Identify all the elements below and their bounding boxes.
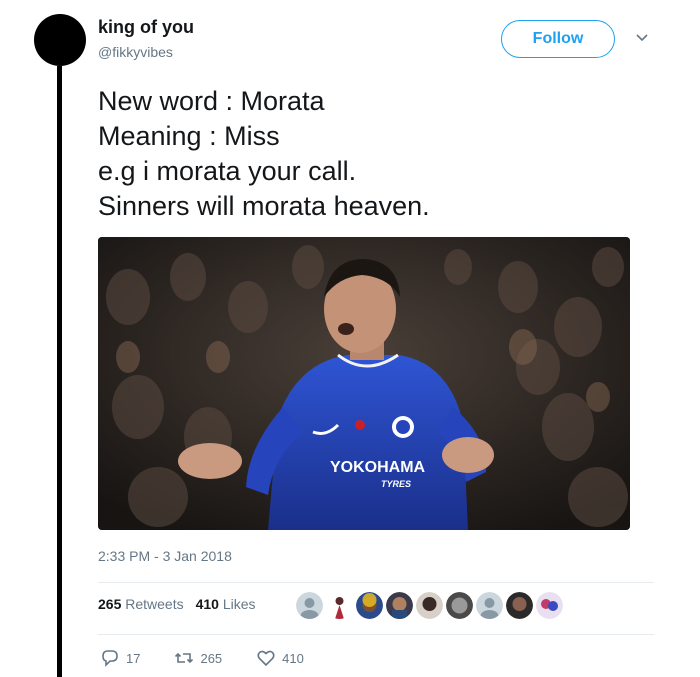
avatar[interactable] [326, 592, 353, 619]
chevron-down-icon[interactable] [632, 28, 652, 48]
tweet-line: New word : Morata [98, 86, 325, 116]
tweet-line: Sinners will morata heaven. [98, 191, 430, 221]
retweet-icon [175, 652, 194, 664]
retweets-stat[interactable]: 265 Retweets [98, 596, 184, 612]
user-handle[interactable]: @fikkyvibes [98, 44, 173, 60]
like-button[interactable]: 410 [256, 648, 304, 668]
sponsor-text: YOKOHAMA [330, 459, 426, 476]
thread-line [57, 66, 62, 677]
sponsor-subtext: TYRES [381, 479, 411, 489]
divider [98, 582, 654, 583]
reply-icon [102, 650, 118, 667]
tweet-line: e.g i morata your call. [98, 156, 357, 186]
heart-icon [257, 650, 275, 667]
avatar[interactable] [446, 592, 473, 619]
retweet-count: 265 [200, 650, 223, 666]
tweet-photo[interactable]: YOKOHAMA TYRES [98, 237, 630, 530]
avatar[interactable] [536, 592, 563, 619]
likes-count: 410 [195, 596, 219, 612]
avatar[interactable] [296, 592, 323, 619]
retweet-button[interactable]: 265 [174, 648, 222, 668]
user-name[interactable]: king of you [98, 17, 194, 38]
avatar[interactable] [34, 14, 86, 66]
avatar[interactable] [386, 592, 413, 619]
avatar[interactable] [476, 592, 503, 619]
liker-avatars [296, 592, 563, 619]
tweet-text: New word : Morata Meaning : Miss e.g i m… [98, 84, 618, 224]
tweet-timestamp[interactable]: 2:33 PM - 3 Jan 2018 [98, 548, 232, 564]
avatar[interactable] [416, 592, 443, 619]
divider [98, 634, 654, 635]
retweets-label: Retweets [125, 596, 184, 612]
tweet-actions: 17 265 410 [100, 648, 338, 668]
reply-button[interactable]: 17 [100, 648, 140, 668]
avatar[interactable] [506, 592, 533, 619]
avatar[interactable] [356, 592, 383, 619]
photo-illustration: YOKOHAMA TYRES [98, 237, 630, 530]
like-count: 410 [282, 650, 304, 666]
tweet-line: Meaning : Miss [98, 121, 280, 151]
retweets-count: 265 [98, 596, 122, 612]
engagement-stats: 265 Retweets 410 Likes [98, 596, 256, 612]
likes-stat[interactable]: 410 Likes [196, 596, 256, 612]
reply-count: 17 [126, 650, 141, 666]
likes-label: Likes [222, 596, 256, 612]
follow-button[interactable]: Follow [501, 20, 615, 58]
